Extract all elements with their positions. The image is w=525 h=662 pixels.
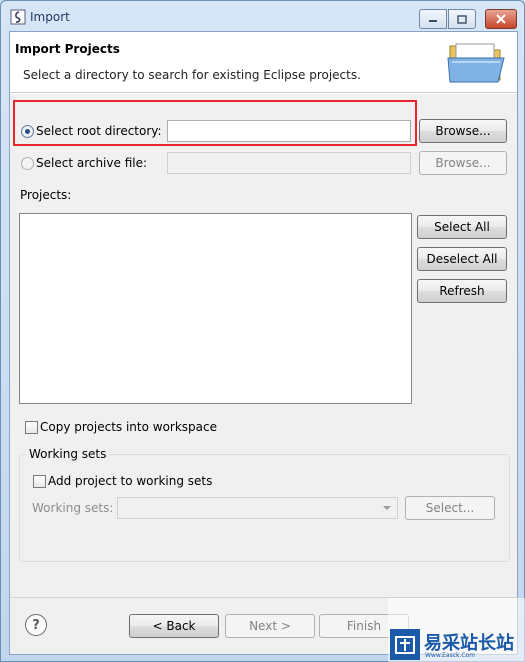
banner-title: Import Projects xyxy=(15,42,120,56)
select-root-label[interactable]: Select root directory: xyxy=(36,124,162,138)
select-root-radio[interactable] xyxy=(21,125,34,138)
copy-projects-checkbox[interactable] xyxy=(25,421,38,434)
chevron-down-icon xyxy=(383,506,391,510)
open-folder-icon xyxy=(447,43,505,83)
header-banner: Import Projects Select a directory to se… xyxy=(10,32,517,93)
maximize-button[interactable] xyxy=(448,9,476,29)
deselect-all-button[interactable]: Deselect All xyxy=(417,247,507,271)
minimize-button[interactable] xyxy=(419,9,447,29)
copy-projects-label[interactable]: Copy projects into workspace xyxy=(40,420,217,434)
eclipse-app-icon xyxy=(10,9,26,25)
projects-label: Projects: xyxy=(20,188,72,202)
archive-file-input[interactable] xyxy=(167,152,411,174)
banner-description: Select a directory to search for existin… xyxy=(23,68,361,82)
root-directory-input[interactable] xyxy=(167,120,411,142)
add-to-working-sets-checkbox[interactable] xyxy=(33,475,46,488)
dialog-content: Import Projects Select a directory to se… xyxy=(9,31,518,655)
projects-list[interactable] xyxy=(19,213,412,404)
select-archive-label[interactable]: Select archive file: xyxy=(36,156,147,170)
minimize-icon xyxy=(429,20,437,22)
import-dialog-window: Import Import Projects Select a director… xyxy=(0,0,525,662)
working-sets-combo[interactable] xyxy=(117,497,398,519)
watermark-logo-icon xyxy=(390,629,420,660)
banner-separator xyxy=(10,93,517,94)
archive-browse-button[interactable]: Browse... xyxy=(419,151,507,175)
title-bar[interactable]: Import xyxy=(1,1,524,31)
working-sets-label: Working sets: xyxy=(32,501,114,515)
refresh-button[interactable]: Refresh xyxy=(417,279,507,303)
watermark-subtext: Www.Easck.Com xyxy=(425,652,476,659)
add-to-working-sets-label[interactable]: Add project to working sets xyxy=(48,474,212,488)
maximize-icon xyxy=(457,14,467,24)
close-button[interactable] xyxy=(485,9,517,29)
select-all-button[interactable]: Select All xyxy=(417,215,507,239)
working-sets-group-title: Working sets xyxy=(26,447,110,461)
back-button[interactable]: < Back xyxy=(129,614,219,638)
next-button[interactable]: Next > xyxy=(225,614,315,638)
close-icon xyxy=(496,14,506,24)
working-sets-select-button[interactable]: Select... xyxy=(405,496,495,520)
root-browse-button[interactable]: Browse... xyxy=(419,119,507,143)
select-archive-radio[interactable] xyxy=(21,157,34,170)
help-icon[interactable]: ? xyxy=(25,614,47,636)
window-title: Import xyxy=(30,10,70,24)
